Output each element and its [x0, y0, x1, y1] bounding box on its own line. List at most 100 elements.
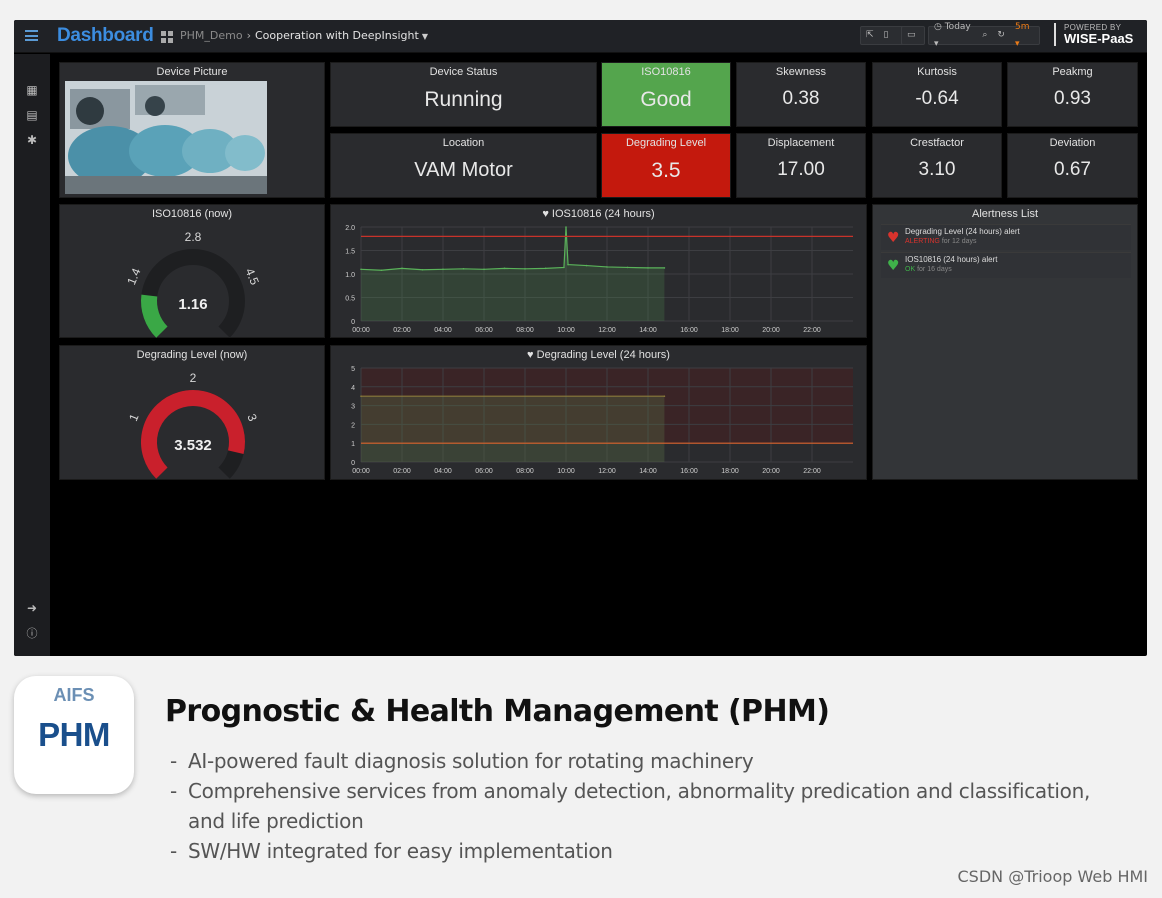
dashboard-grid-icon [161, 31, 173, 43]
displacement-panel: Displacement 17.00 [736, 133, 866, 198]
x-tick-label: 10:00 [557, 327, 575, 334]
panel-title: Displacement [767, 137, 835, 149]
series-point [663, 395, 666, 397]
sidebar: ▦ ▤ ✱ ➜ ⓘ [14, 54, 50, 656]
x-tick-label: 20:00 [762, 468, 780, 475]
alert-item[interactable]: ♥ IOS10816 (24 hours) alert OK for 16 da… [881, 252, 1131, 278]
breadcrumb-root[interactable]: PHM_Demo [180, 29, 243, 42]
time-picker[interactable]: ◷ Today ▾ [929, 20, 977, 53]
caret-down-icon[interactable]: ▼ [422, 32, 428, 41]
save-icon[interactable]: ▯ [879, 27, 894, 44]
phm-app-icon: AIFS PHM [14, 676, 134, 794]
refresh-interval[interactable]: 5m ▾ [1010, 20, 1039, 53]
x-tick-label: 08:00 [516, 327, 534, 334]
dashboards-icon[interactable]: ▦ [26, 84, 38, 96]
series-point [647, 267, 649, 269]
panels-icon[interactable]: ▤ [26, 109, 38, 121]
panel-title: Device Status [429, 66, 498, 78]
x-tick-label: 22:00 [803, 327, 821, 334]
x-tick-label: 16:00 [680, 468, 698, 475]
series-point [401, 267, 403, 270]
alert-state: ALERTING for 12 days [905, 238, 976, 245]
alert-duration: for 16 days [917, 266, 952, 273]
y-tick-label: 3 [351, 404, 355, 411]
series-point [563, 266, 565, 269]
iso-status-panel: ISO10816 Good [601, 62, 731, 127]
broken-heart-icon: ♥ [887, 230, 900, 246]
gear-icon[interactable]: ✱ [26, 134, 38, 146]
product-title: Prognostic & Health Management (PHM) [165, 694, 830, 729]
share-icon[interactable]: ⇱ [861, 27, 879, 44]
sign-in-icon[interactable]: ➜ [26, 602, 38, 614]
x-tick-label: 22:00 [803, 468, 821, 475]
series-point [360, 268, 362, 271]
alert-status: OK [905, 266, 916, 273]
hamburger-menu-icon[interactable] [25, 30, 38, 41]
panel-title: Skewness [775, 66, 827, 78]
panel-value: Running [424, 88, 503, 111]
alert-status: ALERTING [905, 238, 940, 245]
series-area [361, 396, 665, 462]
gauge-tick-label: 1.4 [124, 266, 143, 287]
refresh-interval-label: 5m [1014, 21, 1030, 32]
view-toolbar: ▭ [901, 26, 925, 45]
panel-value: VAM Motor [414, 159, 513, 181]
iso-gauge: 1.1601.42.84.56.0 [124, 230, 262, 339]
panel-value: 3.5 [651, 159, 681, 182]
y-tick-label: 5 [351, 366, 355, 373]
x-tick-label: 08:00 [516, 468, 534, 475]
panel-value: 3.10 [918, 159, 956, 180]
alert-item[interactable]: ♥ Degrading Level (24 hours) alert ALERT… [881, 224, 1131, 250]
panel-value: -0.64 [915, 88, 959, 109]
help-icon[interactable]: ⓘ [26, 628, 38, 640]
iso-chart: 00:00 02:00 04:00 06:00 08:00 10:00 12:00 14:00… [345, 225, 853, 334]
gauge-tick-label: 3 [244, 412, 260, 424]
x-tick-label: 18:00 [721, 327, 739, 334]
heart-icon: ♥ [887, 258, 900, 274]
gauge-value: 1.16 [178, 296, 207, 313]
x-tick-label: 00:00 [352, 327, 370, 334]
panel-title: Peakmg [1052, 66, 1093, 78]
series-point [483, 268, 485, 271]
alert-name: Degrading Level (24 hours) alert [905, 227, 1020, 236]
x-tick-label: 20:00 [762, 327, 780, 334]
brand-title[interactable]: Dashboard [57, 25, 154, 47]
gauge-tick-label: 4.5 [242, 266, 261, 287]
gauge-fill [141, 294, 168, 338]
y-tick-label: 2 [351, 422, 355, 429]
x-tick-label: 10:00 [557, 468, 575, 475]
x-tick-label: 02:00 [393, 468, 411, 475]
x-tick-label: 04:00 [434, 327, 452, 334]
gauge-tick-label: 0 [140, 480, 155, 481]
gauge-tick-label: 2 [190, 371, 197, 385]
y-tick-label: 1.5 [345, 249, 355, 256]
time-range-label: Today [944, 21, 971, 32]
refresh-icon[interactable]: ↻ [992, 27, 1010, 44]
series-point [442, 268, 444, 271]
crestfactor-panel: Crestfactor 3.10 [872, 133, 1002, 198]
y-tick-label: 1 [351, 441, 355, 448]
series-point [380, 269, 383, 272]
location-panel: Location VAM Motor [330, 133, 597, 198]
x-tick-label: 12:00 [598, 327, 616, 334]
breadcrumb-current[interactable]: Cooperation with DeepInsight [255, 29, 419, 42]
zoom-out-icon[interactable]: ⌕ [977, 27, 992, 44]
alert-duration: for 12 days [941, 238, 977, 245]
tv-mode-icon[interactable]: ▭ [902, 27, 921, 44]
y-tick-label: 0.5 [345, 296, 355, 303]
alert-name: IOS10816 (24 hours) alert [905, 255, 998, 264]
series-line [360, 226, 665, 271]
series-point [663, 267, 666, 269]
x-tick-label: 12:00 [598, 468, 616, 475]
alertness-list-panel: Alertness List ♥ Degrading Level (24 hou… [872, 204, 1138, 480]
peakmg-panel: Peakmg 0.93 [1007, 62, 1138, 127]
panel-title: ISO10816 [641, 66, 691, 78]
gauge-tick-label: 1 [126, 411, 142, 423]
series-point [524, 268, 526, 270]
y-tick-label: 0 [351, 319, 355, 326]
y-tick-label: 1.0 [345, 272, 355, 279]
panel-title: Crestfactor [910, 137, 964, 149]
breadcrumb[interactable]: PHM_Demo › Cooperation with DeepInsight ▼ [180, 29, 428, 42]
series-point [462, 268, 465, 270]
series-point [544, 267, 547, 270]
